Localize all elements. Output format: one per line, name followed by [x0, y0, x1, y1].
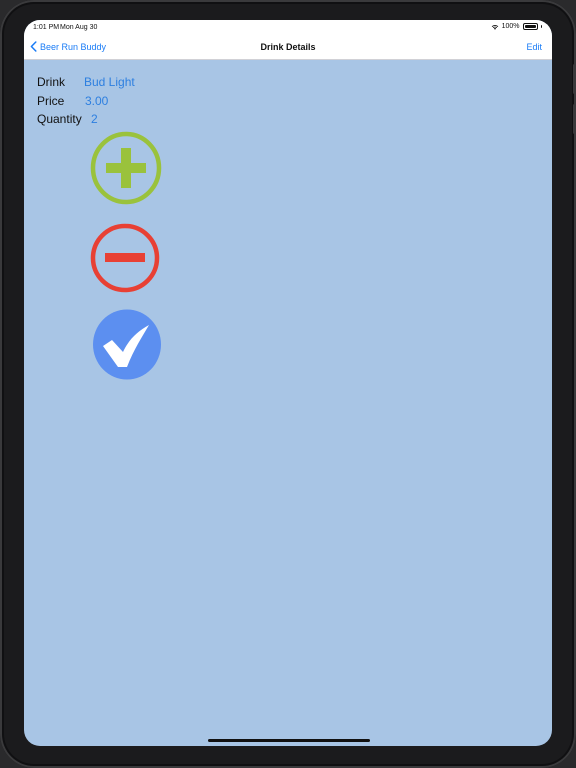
price-label: Price [37, 94, 65, 108]
battery-percent: 100% [501, 23, 520, 30]
ipad-frame: 1:01 PM Mon Aug 30 100% Beer Run Buddy D… [0, 0, 576, 768]
drink-row: Drink Bud Light [37, 75, 135, 89]
quantity-label: Quantity [37, 112, 82, 126]
checkmark-circle-icon [93, 309, 161, 380]
remove-button[interactable] [90, 223, 160, 293]
home-indicator [208, 739, 370, 742]
quantity-value: 2 [91, 112, 98, 126]
page-title: Drink Details [260, 42, 316, 52]
battery-icon [522, 23, 538, 30]
minus-circle-icon [90, 223, 160, 293]
navigation-bar: Beer Run Buddy Drink Details Edit [24, 38, 552, 60]
status-time: 1:01 PM [33, 24, 60, 31]
screen: 1:01 PM Mon Aug 30 100% Beer Run Buddy D… [24, 20, 552, 746]
price-value[interactable]: 3.00 [85, 94, 108, 108]
drink-value[interactable]: Bud Light [84, 75, 135, 89]
battery-tip [540, 25, 542, 28]
wifi-icon [491, 24, 498, 30]
status-right: 100% [491, 23, 542, 30]
drink-label: Drink [37, 75, 66, 89]
price-row: Price 3.00 [37, 94, 108, 108]
confirm-button[interactable] [92, 309, 162, 380]
status-bar: 1:01 PM Mon Aug 30 100% [24, 20, 552, 38]
add-button[interactable] [90, 131, 162, 205]
edit-button[interactable]: Edit [526, 42, 542, 52]
status-date: Mon Aug 30 [60, 24, 98, 31]
quantity-row: Quantity 2 [37, 112, 98, 126]
plus-circle-icon [90, 131, 162, 205]
